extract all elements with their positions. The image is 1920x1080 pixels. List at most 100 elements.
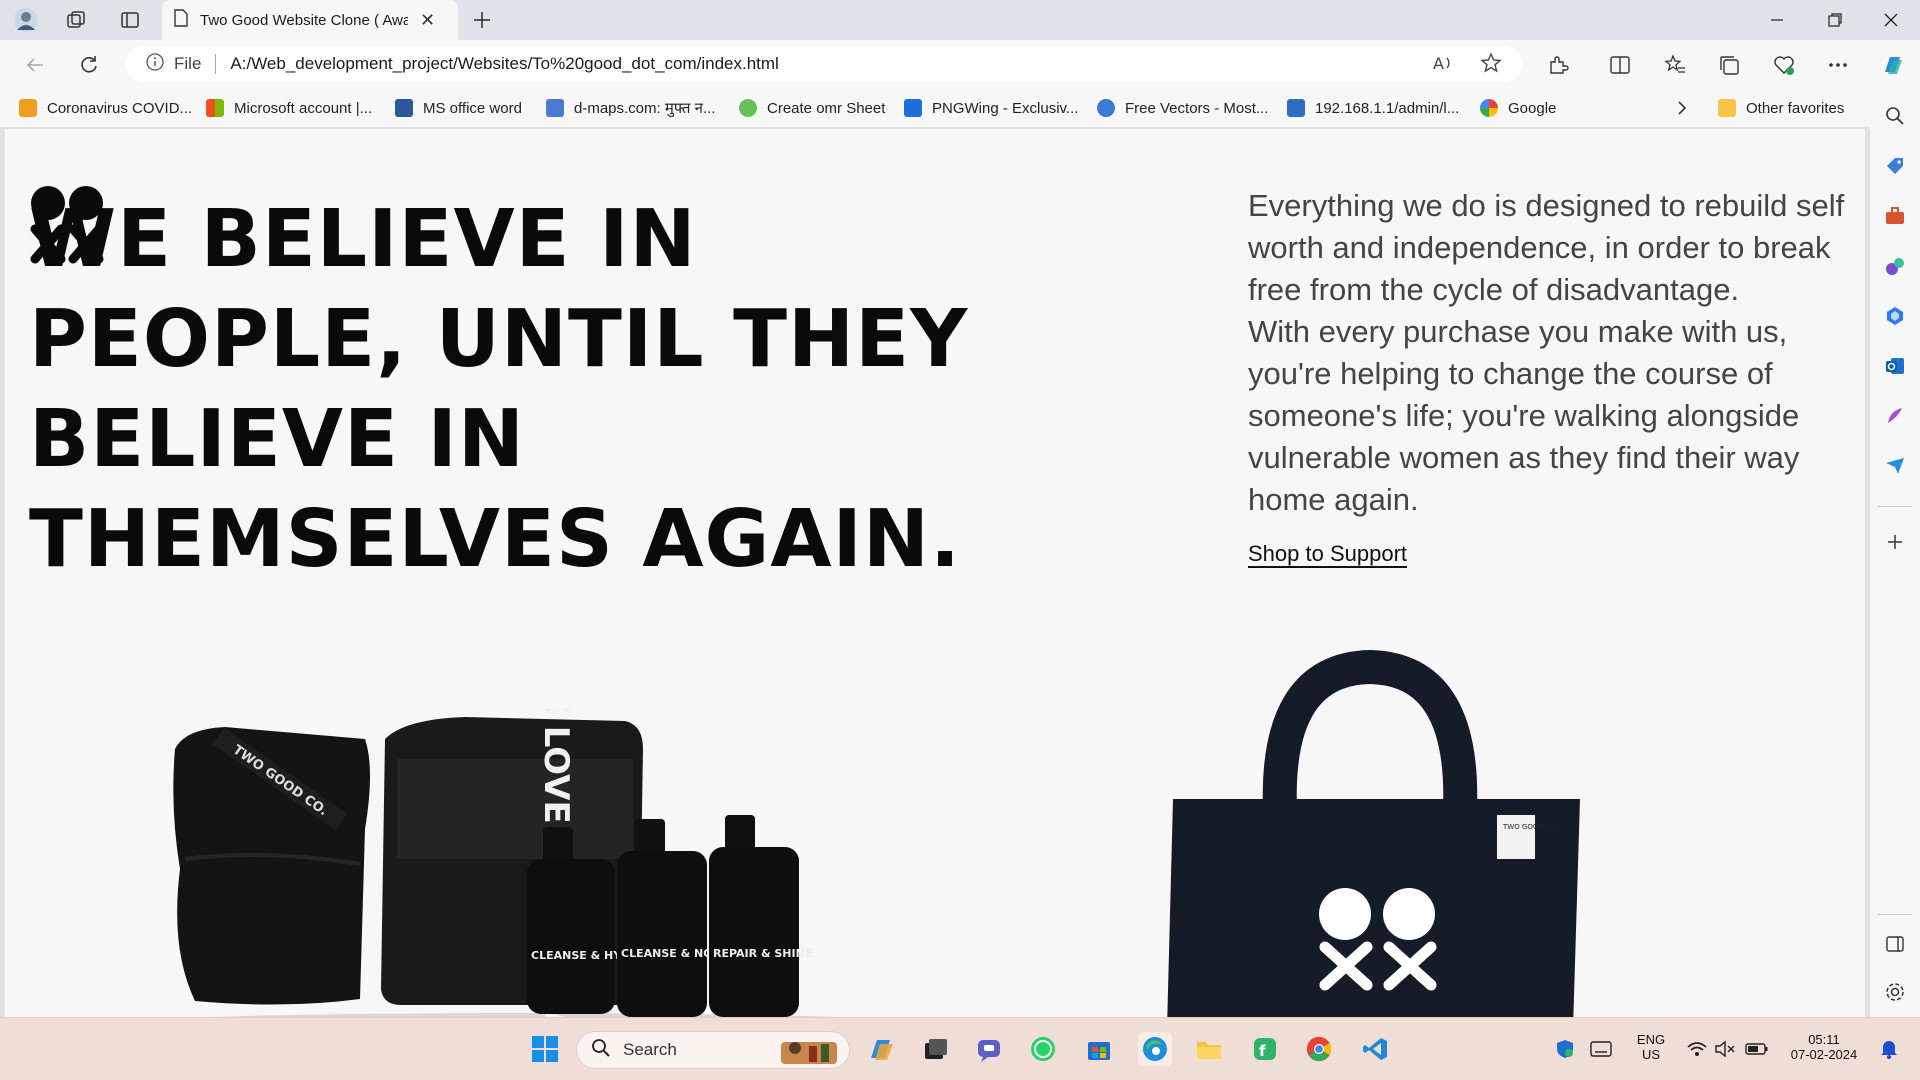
page-icon — [174, 9, 188, 31]
favorite-item[interactable]: Microsoft account |... — [206, 97, 372, 119]
profile-avatar-icon[interactable] — [10, 4, 42, 36]
more-options-icon[interactable] — [1821, 48, 1855, 82]
send-icon[interactable] — [1881, 452, 1909, 480]
tab-actions-icon[interactable] — [114, 4, 146, 36]
tools-icon[interactable] — [1881, 202, 1909, 230]
svg-text:f: f — [1259, 1042, 1266, 1060]
address-bar[interactable]: File A:/Web_development_project/Websites… — [126, 46, 1522, 82]
favorite-label: Coronavirus COVID... — [47, 99, 193, 117]
favorite-star-icon[interactable] — [1480, 52, 1502, 79]
back-icon[interactable] — [18, 48, 52, 82]
favorite-item[interactable]: Create omr Sheet — [739, 97, 885, 119]
close-window-icon[interactable] — [1862, 0, 1920, 40]
copilot-preview-icon[interactable] — [864, 1032, 898, 1066]
language-code: ENG — [1636, 1032, 1666, 1047]
search-icon — [591, 1038, 611, 1063]
info-icon[interactable] — [146, 52, 164, 76]
vscode-icon[interactable] — [1358, 1032, 1392, 1066]
taskbar-search-box[interactable]: Search — [576, 1031, 850, 1069]
security-shield-icon[interactable] — [1548, 1032, 1582, 1066]
favorite-item[interactable]: Coronavirus COVID... — [19, 97, 192, 119]
task-view-icon[interactable] — [918, 1032, 952, 1066]
restore-icon[interactable] — [1806, 0, 1864, 40]
intro-text: Everything we do is designed to rebuild … — [1248, 185, 1848, 521]
new-tab-icon[interactable] — [466, 4, 498, 36]
language-indicator[interactable]: ENG US — [1628, 1032, 1674, 1062]
refresh-icon[interactable] — [72, 48, 106, 82]
favorite-label: Microsoft account |... — [234, 99, 373, 117]
favorite-favicon — [739, 99, 757, 117]
address-url[interactable]: A:/Web_development_project/Websites/To%2… — [230, 54, 778, 74]
favorite-item[interactable]: MS office word — [395, 97, 522, 119]
copilot-icon[interactable] — [1876, 48, 1910, 82]
file-explorer-icon[interactable] — [1192, 1032, 1226, 1066]
bottle: REPAIR & SHINE — [709, 815, 812, 1017]
volume-muted-icon[interactable] — [1708, 1032, 1742, 1066]
favorite-favicon — [19, 99, 37, 117]
chrome-icon[interactable] — [1302, 1032, 1336, 1066]
sidebar-divider — [1878, 506, 1912, 507]
shopping-tag-icon[interactable] — [1881, 152, 1909, 180]
browser-essentials-icon[interactable] — [1767, 48, 1801, 82]
other-favorites[interactable]: Other favorites — [1718, 97, 1844, 119]
favorite-label: Free Vectors - Most... — [1125, 99, 1269, 117]
split-screen-icon[interactable] — [1603, 48, 1637, 82]
two-good-logo-icon[interactable] — [29, 181, 109, 267]
outlook-icon[interactable] — [1881, 352, 1909, 380]
teams-chat-icon[interactable] — [972, 1032, 1006, 1066]
tote-bag-image[interactable]: TWO GOOD CO. — [1155, 649, 1615, 1017]
minimize-icon[interactable] — [1748, 0, 1806, 40]
shop-to-support-link[interactable]: Shop to Support — [1248, 541, 1407, 567]
extensions-icon[interactable] — [1541, 48, 1575, 82]
start-windows-icon[interactable] — [528, 1032, 562, 1066]
designer-icon[interactable] — [1881, 402, 1909, 430]
edge-browser-icon[interactable] — [1138, 1032, 1172, 1066]
address-separator — [215, 54, 217, 74]
games-icon[interactable] — [1881, 252, 1909, 280]
favorite-item[interactable]: d-maps.com: मुफ्त न... — [546, 97, 715, 119]
favorite-item[interactable]: PNGWing - Exclusiv... — [904, 97, 1078, 119]
favorite-item[interactable]: 192.168.1.1/admin/l... — [1287, 97, 1459, 119]
keyboard-icon[interactable] — [1584, 1032, 1618, 1066]
notifications-bell-icon[interactable] — [1872, 1032, 1906, 1066]
clock[interactable]: 05:11 07-02-2024 — [1782, 1032, 1866, 1062]
favorite-item[interactable]: Google — [1480, 97, 1556, 119]
favorite-favicon — [904, 99, 922, 117]
feedback-app-icon[interactable]: f — [1248, 1032, 1282, 1066]
address-scheme: File — [174, 54, 202, 73]
favorite-favicon — [1097, 99, 1115, 117]
tab-close-icon[interactable]: ✕ — [420, 10, 435, 31]
add-icon[interactable] — [1881, 528, 1909, 556]
read-aloud-icon[interactable]: A — [1432, 52, 1454, 79]
favorites-icon[interactable] — [1658, 48, 1692, 82]
favorite-label: PNGWing - Exclusiv... — [932, 99, 1079, 117]
navigation-bar: File A:/Web_development_project/Websites… — [0, 40, 1920, 88]
headline-line: PEOPLE, UNTIL THEY — [29, 293, 969, 385]
favorite-label: Create omr Sheet — [767, 99, 886, 117]
tab-active[interactable]: Two Good Website Clone ( Award ✕ — [162, 0, 458, 40]
bottle-label: REPAIR & SHINE — [713, 947, 812, 960]
more-favorites-chevron-icon[interactable] — [1676, 97, 1688, 119]
favorite-favicon — [546, 99, 564, 117]
favorites-bar: Coronavirus COVID... Microsoft account |… — [0, 88, 1920, 128]
search-icon[interactable] — [1881, 102, 1909, 130]
collections-icon[interactable] — [1712, 48, 1746, 82]
clock-date: 07-02-2024 — [1790, 1047, 1858, 1062]
favorite-label: Google — [1508, 99, 1557, 117]
hero-headline: WE BELIEVE IN PEOPLE, UNTIL THEY BELIEVE… — [29, 189, 969, 589]
whatsapp-icon[interactable] — [1026, 1032, 1060, 1066]
favorite-label: d-maps.com: मुफ्त न... — [574, 100, 716, 117]
tab-title: Two Good Website Clone ( Award — [200, 11, 408, 29]
clock-time: 05:11 — [1808, 1032, 1840, 1047]
favorite-item[interactable]: Free Vectors - Most... — [1097, 97, 1268, 119]
svg-text:A: A — [1433, 54, 1444, 73]
microsoft-store-icon[interactable] — [1082, 1032, 1116, 1066]
workspaces-icon[interactable] — [60, 4, 92, 36]
region-code: US — [1641, 1047, 1661, 1062]
love-care-pack-image[interactable]: TWO GOOD CO. THE LOVE + CARE PACK. CLEAN… — [165, 709, 885, 1017]
battery-icon[interactable] — [1740, 1032, 1774, 1066]
microsoft-365-icon[interactable] — [1881, 302, 1909, 330]
word-icon — [395, 99, 413, 117]
settings-gear-icon[interactable] — [1881, 978, 1909, 1006]
hide-sidebar-icon[interactable] — [1881, 930, 1909, 958]
